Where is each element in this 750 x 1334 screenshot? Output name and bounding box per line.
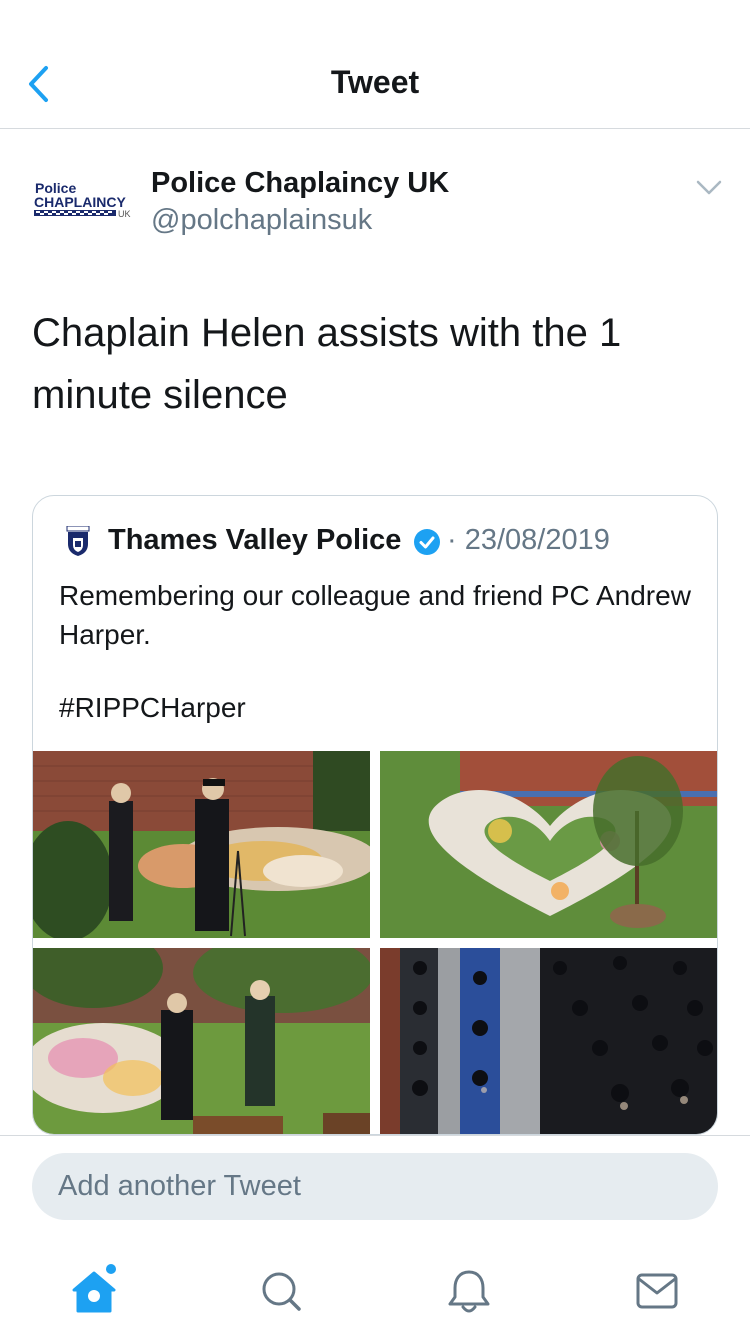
author-name[interactable]: Police Chaplaincy UK <box>151 167 449 200</box>
reply-input[interactable] <box>32 1153 718 1220</box>
date-value: 23/08/2019 <box>464 524 610 556</box>
tab-messages[interactable] <box>627 1263 687 1319</box>
chevron-down-icon <box>696 180 722 195</box>
photo-officers-at-flowers[interactable] <box>33 948 370 1134</box>
photo-rows-of-officers[interactable] <box>380 948 717 1134</box>
svg-text:CHAPLAINCY: CHAPLAINCY <box>34 194 126 210</box>
author-handle[interactable]: @polchaplainsuk <box>151 204 372 237</box>
photo-memorial-officers[interactable] <box>33 751 370 938</box>
bell-icon <box>448 1270 490 1313</box>
author-avatar[interactable]: Police CHAPLAINCY UK <box>32 176 134 226</box>
quoted-tweet-text: Remembering our colleague and friend PC … <box>59 580 691 650</box>
police-chaplaincy-logo: Police CHAPLAINCY UK <box>32 176 134 226</box>
photo-flower-heart[interactable] <box>380 751 717 938</box>
svg-text:UK: UK <box>118 209 131 219</box>
verified-badge-icon <box>413 528 441 556</box>
thames-valley-police-crest-icon <box>66 525 90 556</box>
tweet-text: Chaplain Helen assists with the 1 minute… <box>32 311 622 417</box>
quoted-author-name: Thames Valley Police <box>108 524 402 556</box>
quoted-tweet-card[interactable]: Thames Valley Police · 23/08/2019 Rememb… <box>32 495 718 1135</box>
date-separator: · <box>447 524 457 556</box>
navigation-bar: Tweet <box>0 0 750 129</box>
tab-notifications[interactable] <box>439 1263 499 1319</box>
tab-search[interactable] <box>251 1263 311 1319</box>
envelope-icon <box>636 1273 678 1309</box>
reply-composer <box>0 1135 750 1334</box>
page-title: Tweet <box>330 64 420 100</box>
more-options-button[interactable] <box>692 172 726 202</box>
quoted-tweet-date: · 23/08/2019 <box>447 524 610 557</box>
search-icon <box>262 1272 301 1311</box>
home-icon <box>72 1264 116 1313</box>
quoted-author-avatar <box>65 525 91 556</box>
quoted-tweet-hashtag[interactable]: #RIPPCHarper <box>59 692 246 724</box>
tab-home[interactable] <box>64 1263 124 1319</box>
